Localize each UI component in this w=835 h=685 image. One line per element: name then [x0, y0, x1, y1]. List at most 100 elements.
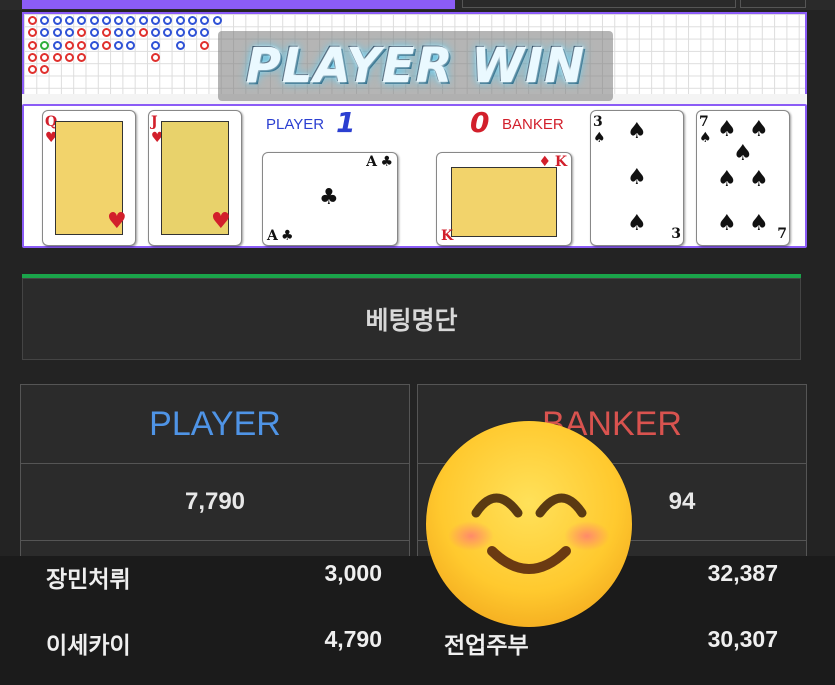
banker-score: 0 [470, 106, 490, 139]
card-rank: K [441, 228, 454, 244]
card-suit: ♠ [717, 167, 737, 192]
road-bead [187, 28, 197, 38]
banker-card-1: K ♦ K [436, 152, 572, 246]
road-bead [64, 28, 74, 38]
betting-list-header[interactable]: 베팅명단 [22, 278, 801, 360]
road-bead [64, 16, 74, 25]
card-suit: ♠ [699, 130, 712, 146]
road-bead [40, 52, 50, 62]
road-bead [89, 40, 99, 50]
road-bead [28, 65, 37, 75]
road-bead [151, 40, 160, 50]
road-bead [138, 28, 148, 38]
card-rank: A [267, 228, 278, 244]
road-bead [40, 65, 50, 75]
road-bead [28, 40, 37, 50]
banker-label: BANKER [502, 116, 564, 133]
card-suit: ♠ [627, 165, 647, 190]
road-bead [77, 28, 87, 38]
banker-card-2: 3 ♠ ♠ ♠ ♠ 3 [590, 110, 684, 246]
road-bead [40, 28, 50, 38]
road-bead [126, 40, 136, 50]
betting-list-title: 베팅명단 [365, 306, 458, 335]
player-title-text: PLAYER [149, 404, 281, 443]
player-card-3: ♣ A ♣ A ♣ [262, 152, 398, 246]
road-bead [52, 52, 62, 62]
card-suit: ♠ [593, 130, 606, 146]
card-table: PLAYER 1 0 BANKER Q ♥ ♥ J ♥ ♥ ♣ A ♣ A ♣ … [22, 104, 807, 248]
road-bead [151, 52, 160, 62]
card-suit: ♠ [733, 141, 753, 166]
road-bead [200, 16, 210, 25]
result-text: PLAYER WIN [245, 38, 586, 94]
card-suit: ♣ [281, 228, 294, 244]
road-bead [200, 28, 210, 38]
card-suit: ♠ [749, 211, 769, 236]
road-bead [114, 40, 124, 50]
card-rank: 3 [593, 114, 603, 130]
card-suit: ♠ [717, 117, 737, 142]
top-tab[interactable] [462, 0, 736, 8]
bet-rows: 장민처뤼 3,000 이세카이 4,790 ) 32,387 전업주부 30,3… [0, 556, 835, 685]
road-bead [212, 16, 222, 25]
road-bead [138, 16, 148, 25]
road-bead [114, 16, 124, 25]
road-bead [77, 40, 87, 50]
road-bead [101, 40, 111, 50]
road-bead [40, 16, 50, 25]
road-bead [175, 16, 185, 25]
road-bead [77, 16, 87, 25]
card-suit: ♠ [627, 211, 647, 236]
top-tab-active[interactable] [22, 0, 455, 9]
card-rank: J [151, 114, 158, 130]
road-bead [151, 16, 160, 25]
player-total-value: 7,790 [184, 488, 246, 515]
bet-amount: 4,790 [324, 626, 382, 652]
card-rank: 7 [777, 226, 787, 242]
player-label: PLAYER [266, 116, 325, 133]
road-bead [200, 40, 210, 50]
road-bead [28, 28, 37, 38]
list-item: 전업주부 30,307 [444, 626, 778, 666]
road-bead [101, 16, 111, 25]
road-bead [89, 28, 99, 38]
top-bar [0, 0, 835, 10]
road-bead [175, 40, 185, 50]
bet-amount: 32,387 [707, 560, 778, 586]
card-rank: A [366, 154, 377, 170]
player-card-2: J ♥ ♥ [148, 110, 242, 246]
road-bead [126, 16, 136, 25]
bet-amount: 3,000 [324, 560, 382, 586]
player-total: 7,790 [21, 464, 409, 541]
road-bead [40, 40, 50, 50]
road-bead [77, 52, 87, 62]
card-suit: ♠ [627, 119, 647, 144]
bettor-name: 이세카이 [46, 633, 131, 659]
card-suit: ♣ [319, 185, 339, 210]
card-suit: ♥ [107, 209, 127, 234]
road-bead [175, 28, 185, 38]
list-item: 장민처뤼 3,000 [46, 560, 382, 600]
card-rank: 3 [671, 226, 681, 242]
card-suit: ♣ [380, 154, 393, 170]
player-score: 1 [336, 106, 356, 139]
road-bead [28, 52, 37, 62]
card-face-art [451, 167, 557, 237]
player-card-1: Q ♥ ♥ [42, 110, 136, 246]
banker-total-value: 94 [668, 488, 696, 515]
road-bead [64, 52, 74, 62]
road-bead [126, 28, 136, 38]
card-suit: ♥ [211, 209, 231, 234]
top-tab[interactable] [740, 0, 806, 8]
smiling-face-emoji-icon [426, 421, 632, 627]
bettor-name: 전업주부 [444, 633, 529, 659]
card-rank: 7 [699, 114, 709, 130]
road-bead [163, 16, 173, 25]
road-bead [163, 28, 173, 38]
bettor-name: 장민처뤼 [46, 567, 131, 593]
road-bead [28, 16, 37, 25]
player-panel-title: PLAYER [21, 385, 409, 464]
road-bead [64, 40, 74, 50]
road-bead [89, 16, 99, 25]
road-bead [114, 28, 124, 38]
